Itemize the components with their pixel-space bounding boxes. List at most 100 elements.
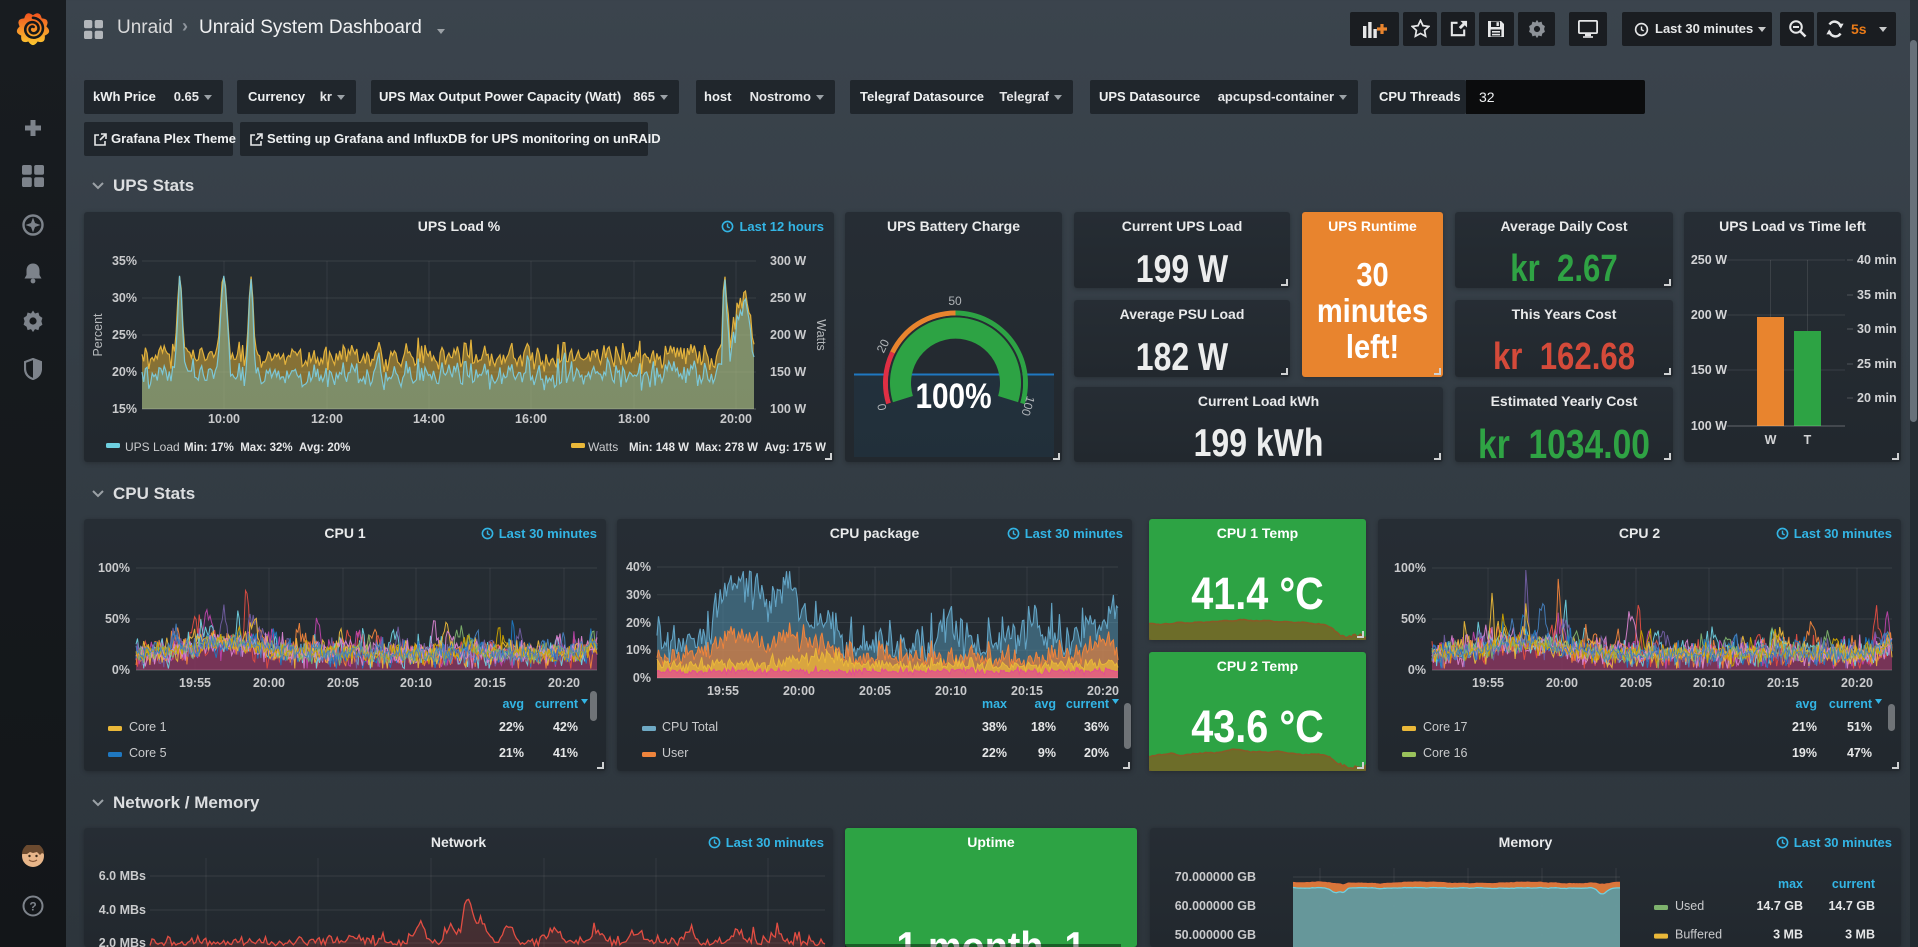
svg-text:30%: 30% — [626, 588, 651, 602]
svg-text:avg: avg — [502, 697, 524, 711]
svg-text:150 W: 150 W — [770, 365, 806, 379]
svg-text:Core 1: Core 1 — [129, 720, 167, 734]
svg-text:20:20: 20:20 — [1087, 684, 1119, 698]
svg-text:50%: 50% — [1401, 612, 1426, 626]
svg-text:50.000000 GB: 50.000000 GB — [1175, 928, 1256, 942]
svg-text:CPU Total: CPU Total — [662, 720, 718, 734]
svg-text:Core 5: Core 5 — [129, 746, 167, 760]
svg-text:Watts: Watts — [814, 319, 828, 350]
svg-text:40 min: 40 min — [1857, 253, 1897, 267]
svg-text:42%: 42% — [553, 720, 578, 734]
svg-text:20:05: 20:05 — [859, 684, 891, 698]
svg-text:Buffered: Buffered — [1675, 928, 1722, 942]
svg-text:19:55: 19:55 — [707, 684, 739, 698]
svg-text:22%: 22% — [499, 720, 524, 734]
svg-text:18:00: 18:00 — [618, 412, 650, 426]
svg-text:300 W: 300 W — [770, 254, 806, 268]
svg-text:W: W — [1765, 433, 1777, 447]
svg-text:6.0 MBs: 6.0 MBs — [99, 869, 146, 883]
svg-text:150 W: 150 W — [1691, 363, 1727, 377]
svg-text:Watts: Watts — [588, 440, 618, 454]
svg-text:max: max — [1778, 877, 1803, 891]
svg-text:36%: 36% — [1084, 720, 1109, 734]
svg-text:User: User — [662, 746, 688, 760]
svg-text:Used: Used — [1675, 899, 1704, 913]
svg-text:70.000000 GB: 70.000000 GB — [1175, 870, 1256, 884]
svg-text:22%: 22% — [982, 746, 1007, 760]
svg-text:14.7 GB: 14.7 GB — [1756, 899, 1803, 913]
svg-text:19:55: 19:55 — [179, 676, 211, 690]
svg-text:19%: 19% — [1792, 746, 1817, 760]
svg-text:25%: 25% — [112, 328, 137, 342]
svg-text:current: current — [1829, 697, 1873, 711]
svg-text:100 W: 100 W — [770, 402, 806, 416]
svg-text:20:00: 20:00 — [1546, 676, 1578, 690]
svg-text:40%: 40% — [626, 560, 651, 574]
svg-text:10%: 10% — [626, 643, 651, 657]
svg-text:10:00: 10:00 — [208, 412, 240, 426]
svg-text:UPS Load: UPS Load — [125, 440, 180, 454]
svg-text:16:00: 16:00 — [515, 412, 547, 426]
svg-text:20%: 20% — [1084, 746, 1109, 760]
svg-text:Percent: Percent — [91, 313, 105, 357]
svg-text:0%: 0% — [1408, 663, 1426, 677]
svg-text:20:20: 20:20 — [1841, 676, 1873, 690]
svg-text:12:00: 12:00 — [311, 412, 343, 426]
svg-text:41%: 41% — [553, 746, 578, 760]
svg-text:20:10: 20:10 — [935, 684, 967, 698]
svg-text:15%: 15% — [112, 402, 137, 416]
svg-text:?: ? — [29, 900, 36, 914]
svg-text:20: 20 — [874, 337, 893, 355]
svg-text:Core 17: Core 17 — [1423, 720, 1468, 734]
svg-text:current: current — [1832, 877, 1876, 891]
svg-text:20:15: 20:15 — [1767, 676, 1799, 690]
svg-text:21%: 21% — [499, 746, 524, 760]
svg-text:35%: 35% — [112, 254, 137, 268]
svg-text:250 W: 250 W — [770, 291, 806, 305]
svg-text:avg: avg — [1795, 697, 1817, 711]
svg-text:Min: 17% Max: 32% Avg: 20%: Min: 17% Max: 32% Avg: 20% — [184, 442, 350, 454]
svg-text:2.0 MBs: 2.0 MBs — [99, 936, 146, 947]
svg-text:100 W: 100 W — [1691, 419, 1727, 433]
svg-text:250 W: 250 W — [1691, 253, 1727, 267]
svg-text:47%: 47% — [1847, 746, 1872, 760]
svg-text:30%: 30% — [112, 291, 137, 305]
svg-text:19:55: 19:55 — [1472, 676, 1504, 690]
svg-text:20:00: 20:00 — [720, 412, 752, 426]
svg-text:20:05: 20:05 — [327, 676, 359, 690]
svg-text:51%: 51% — [1847, 720, 1872, 734]
svg-text:60.000000 GB: 60.000000 GB — [1175, 899, 1256, 913]
svg-text:200 W: 200 W — [1691, 308, 1727, 322]
svg-text:18%: 18% — [1031, 720, 1056, 734]
svg-text:0%: 0% — [112, 663, 130, 677]
svg-text:25 min: 25 min — [1857, 357, 1897, 371]
svg-text:35 min: 35 min — [1857, 288, 1897, 302]
svg-text:20%: 20% — [112, 365, 137, 379]
svg-text:100%: 100% — [98, 561, 130, 575]
svg-text:50: 50 — [948, 294, 962, 308]
svg-text:T: T — [1804, 433, 1812, 447]
svg-text:100%: 100% — [1394, 561, 1426, 575]
svg-text:14:00: 14:00 — [413, 412, 445, 426]
svg-text:max: max — [982, 697, 1007, 711]
svg-text:current: current — [1066, 697, 1110, 711]
svg-text:20:05: 20:05 — [1620, 676, 1652, 690]
svg-text:avg: avg — [1034, 697, 1056, 711]
svg-text:0%: 0% — [633, 671, 651, 685]
svg-text:4.0 MBs: 4.0 MBs — [99, 903, 146, 917]
svg-text:20%: 20% — [626, 616, 651, 630]
svg-text:20:10: 20:10 — [1693, 676, 1725, 690]
svg-text:Core 16: Core 16 — [1423, 746, 1468, 760]
svg-text:14.7 GB: 14.7 GB — [1828, 899, 1875, 913]
svg-text:20:10: 20:10 — [400, 676, 432, 690]
svg-text:38%: 38% — [982, 720, 1007, 734]
svg-text:200 W: 200 W — [770, 328, 806, 342]
svg-text:current: current — [535, 697, 579, 711]
svg-text:Min: 148 W Max: 278 W Avg: 1: Min: 148 W Max: 278 W Avg: 175 W — [629, 442, 826, 454]
svg-text:9%: 9% — [1038, 746, 1056, 760]
svg-text:20 min: 20 min — [1857, 391, 1897, 405]
svg-text:3 MB: 3 MB — [1845, 928, 1875, 942]
svg-text:21%: 21% — [1792, 720, 1817, 734]
svg-text:20:20: 20:20 — [548, 676, 580, 690]
svg-text:3 MB: 3 MB — [1773, 928, 1803, 942]
